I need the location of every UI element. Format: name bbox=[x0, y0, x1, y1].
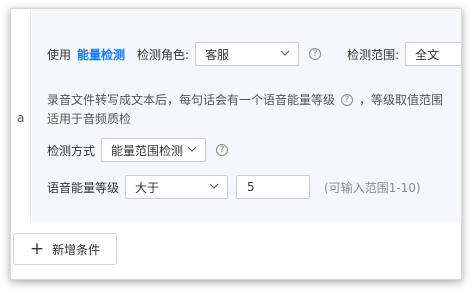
chevron-down-icon bbox=[209, 183, 219, 189]
energy-help-icon[interactable]: ? bbox=[341, 93, 354, 106]
method-select[interactable]: 能量范围检测 bbox=[101, 138, 207, 162]
energy-level-row: 语音能量等级 大于 5 (可输入范围1-10) bbox=[47, 175, 421, 199]
energy-level-label: 语音能量等级 bbox=[47, 180, 120, 195]
energy-level-input-value: 5 bbox=[247, 180, 255, 194]
energy-level-input[interactable]: 5 bbox=[236, 175, 311, 199]
operator-select-value: 大于 bbox=[135, 180, 160, 195]
description-line-2: 适用于音频质检 bbox=[47, 110, 131, 127]
description-tail: ，等级取值范围 bbox=[359, 93, 444, 107]
range-select-value: 全文 bbox=[415, 47, 440, 62]
add-condition-button[interactable]: + 新增条件 bbox=[13, 233, 117, 265]
role-help-icon[interactable]: ? bbox=[309, 48, 322, 60]
role-select-value: 客服 bbox=[205, 47, 230, 62]
condition-panel: 使用 能量检测 检测角色: 客服 ? 检测范围: 全文 录音文件转写成文本后，每… bbox=[32, 9, 461, 222]
use-label: 使用 bbox=[47, 47, 72, 62]
add-condition-label: 新增条件 bbox=[52, 242, 101, 257]
method-select-value: 能量范围检测 bbox=[111, 143, 184, 158]
method-label: 检测方式 bbox=[47, 143, 96, 158]
range-label: 检测范围: bbox=[347, 47, 400, 62]
role-label: 检测角色: bbox=[137, 47, 190, 62]
chevron-down-icon bbox=[187, 146, 197, 152]
method-help-icon[interactable]: ? bbox=[216, 144, 229, 156]
description-text-2: 适用于音频质检 bbox=[47, 112, 132, 126]
chevron-down-icon bbox=[280, 50, 290, 56]
role-select[interactable]: 客服 bbox=[195, 42, 300, 66]
detection-row: 使用 能量检测 检测角色: 客服 ? 检测范围: 全文 bbox=[47, 42, 461, 66]
energy-detection-link[interactable]: 能量检测 bbox=[77, 46, 125, 63]
range-select[interactable]: 全文 bbox=[405, 42, 461, 66]
range-hint: (可输入范围1-10) bbox=[324, 180, 421, 195]
screenshot-frame: a 使用 能量检测 检测角色: 客服 ? 检测范围: 全文 录音文件转写成文本后… bbox=[10, 8, 462, 280]
description-text: 录音文件转写成文本后，每句话会有一个语音能量等级 bbox=[47, 93, 336, 107]
description-line-1: 录音文件转写成文本后，每句话会有一个语音能量等级 ? ，等级取值范围 bbox=[47, 91, 443, 108]
plus-icon: + bbox=[29, 238, 45, 259]
operator-select[interactable]: 大于 bbox=[125, 175, 229, 199]
side-gutter: a bbox=[11, 9, 31, 222]
method-row: 检测方式 能量范围检测 ? bbox=[47, 138, 229, 162]
side-marker: a bbox=[17, 111, 25, 125]
